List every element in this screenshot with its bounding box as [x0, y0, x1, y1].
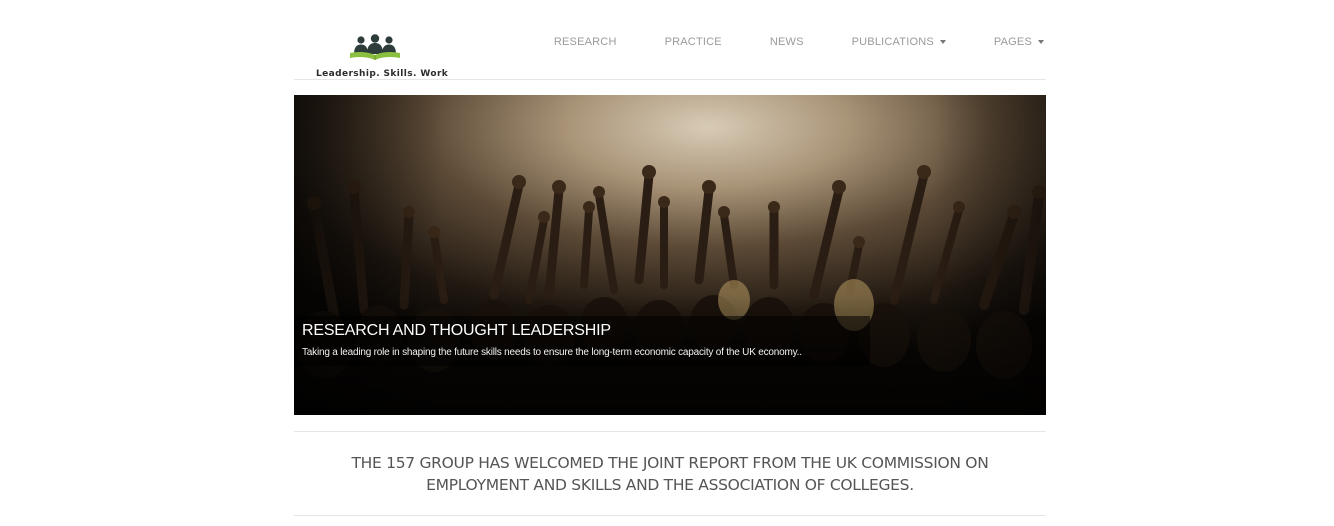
- logo-tagline: Leadership. Skills. Work: [316, 69, 449, 79]
- nav-publications-label: PUBLICATIONS: [851, 36, 934, 48]
- nav-research-label: RESEARCH: [553, 36, 617, 48]
- site-logo[interactable]: Leadership. Skills. Work: [294, 34, 448, 79]
- nav-publications[interactable]: PUBLICATIONS: [852, 34, 946, 50]
- nav-pages[interactable]: PAGES: [994, 34, 1044, 50]
- page-container: Leadership. Skills. Work RESEARCH PRACTI…: [294, 0, 1046, 526]
- concert-crowd-raised-hands-photo: [294, 95, 1046, 415]
- hero-caption: RESEARCH AND THOUGHT LEADERSHIP Taking a…: [294, 316, 870, 366]
- hero-title: RESEARCH AND THOUGHT LEADERSHIP: [302, 322, 611, 339]
- people-on-book-logo-icon: [350, 34, 400, 60]
- hero-text: Taking a leading role in shaping the fut…: [302, 347, 802, 358]
- nav-practice[interactable]: PRACTICE: [665, 34, 722, 50]
- nav-practice-label: PRACTICE: [664, 36, 722, 48]
- nav-news-label: NEWS: [769, 36, 804, 48]
- hero-slider[interactable]: RESEARCH AND THOUGHT LEADERSHIP Taking a…: [294, 95, 1046, 415]
- divider: [294, 515, 1046, 516]
- announcement-headline[interactable]: THE 157 GROUP HAS WELCOMED THE JOINT REP…: [294, 452, 1046, 496]
- caret-down-icon: [939, 40, 946, 44]
- main-nav: RESEARCH PRACTICE NEWS PUBLICATIONS PAGE…: [506, 34, 1046, 50]
- announcement-line-1: THE 157 GROUP HAS WELCOMED THE JOINT REP…: [351, 454, 989, 472]
- announcement-line-2: EMPLOYMENT AND SKILLS AND THE ASSOCIATIO…: [426, 476, 914, 494]
- nav-news[interactable]: NEWS: [770, 34, 804, 50]
- nav-pages-label: PAGES: [993, 36, 1032, 48]
- site-header: Leadership. Skills. Work RESEARCH PRACTI…: [294, 0, 1046, 80]
- nav-research[interactable]: RESEARCH: [554, 34, 617, 50]
- caret-down-icon: [1038, 40, 1044, 44]
- divider: [294, 431, 1046, 432]
